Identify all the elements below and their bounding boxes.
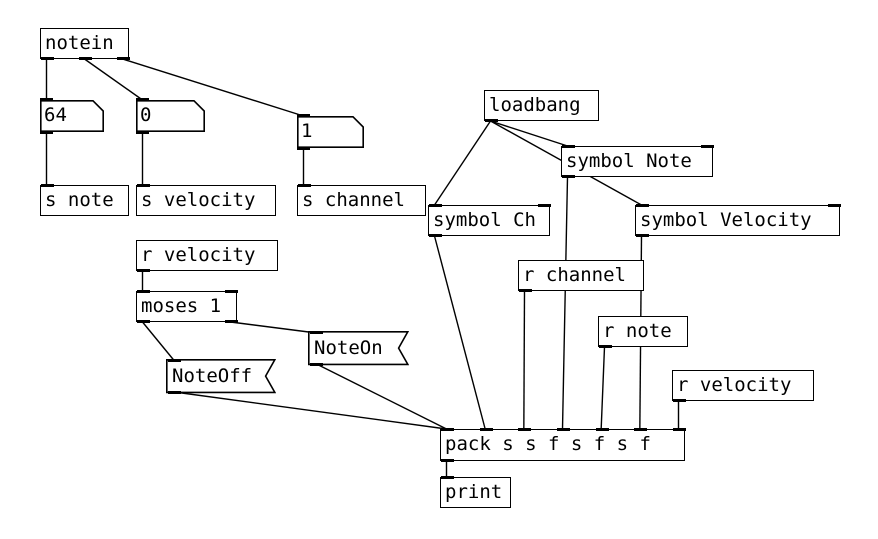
patch-cord-symbol-note-to-pack[interactable] — [561, 176, 569, 430]
outlet-0-loadbang[interactable] — [485, 118, 498, 122]
pd-box-label-pack: pack s s f s f s f — [445, 433, 651, 455]
inlet-1-symbol-velocity[interactable] — [828, 204, 841, 208]
outlet-0-r-velocity-right[interactable] — [673, 398, 686, 402]
outlet-2-notein[interactable] — [117, 56, 130, 60]
inlet-1-symbol-ch[interactable] — [538, 204, 551, 208]
inlet-1-moses[interactable] — [225, 290, 238, 294]
outlet-0-msg-noteoff[interactable] — [168, 390, 181, 394]
pd-box-r-note[interactable]: r note — [598, 316, 688, 348]
patch-cord-moses-to-msg-noteoff[interactable] — [141, 321, 176, 362]
outlet-0-num-velocity[interactable] — [136, 130, 149, 134]
patch-cord-loadbang-to-symbol-note[interactable] — [490, 120, 568, 147]
patch-cord-msg-noteoff-to-pack[interactable] — [174, 391, 447, 430]
outlet-0-notein[interactable] — [41, 56, 54, 60]
outlet-0-moses[interactable] — [137, 319, 150, 323]
pd-box-r-channel[interactable]: r channel — [518, 260, 644, 292]
pd-box-label-print: print — [445, 480, 503, 503]
pd-box-symbol-note[interactable]: symbol Note — [561, 145, 714, 178]
pd-box-num-channel[interactable]: 1 — [297, 114, 364, 150]
pd-box-label-symbol-velocity: symbol Velocity — [640, 208, 812, 231]
outlet-0-msg-noteon[interactable] — [310, 362, 323, 366]
inlet-0-num-note[interactable] — [40, 98, 53, 102]
outlet-1-moses[interactable] — [225, 319, 238, 323]
pd-box-moses[interactable]: moses 1 — [136, 290, 238, 323]
pd-box-label-msg-noteoff: NoteOff — [172, 364, 253, 387]
pd-box-label-notein: notein — [45, 31, 114, 54]
patch-cords-layer — [45, 58, 680, 477]
pd-box-label-symbol-note: symbol Note — [566, 149, 692, 172]
outlet-0-symbol-note[interactable] — [562, 174, 575, 178]
outlet-0-symbol-velocity[interactable] — [636, 233, 649, 237]
inlet-3-pack[interactable] — [557, 428, 570, 432]
outlet-0-r-velocity-top[interactable] — [137, 268, 150, 272]
inlet-4-pack[interactable] — [595, 428, 609, 432]
inlet-0-msg-noteon[interactable] — [310, 331, 323, 335]
pd-box-label-num-note: 64 — [44, 104, 67, 126]
inlet-6-pack[interactable] — [673, 428, 686, 432]
outlet-0-symbol-ch[interactable] — [429, 233, 442, 237]
pd-box-label-r-velocity-right: r velocity — [677, 373, 792, 396]
pd-box-r-velocity-right[interactable]: r velocity — [672, 370, 814, 402]
outlet-0-num-note[interactable] — [40, 130, 53, 134]
inlet-0-symbol-ch[interactable] — [429, 204, 442, 208]
patch-cord-r-channel-to-pack[interactable] — [523, 290, 526, 430]
patch-cord-notein-to-num-velocity[interactable] — [84, 58, 143, 101]
outlet-1-notein[interactable] — [79, 56, 92, 60]
inlet-0-s-note[interactable] — [41, 184, 54, 188]
pd-box-symbol-ch[interactable]: symbol Ch — [428, 204, 551, 237]
pd-box-label-r-note: r note — [603, 319, 672, 342]
pd-box-label-symbol-ch: symbol Ch — [433, 208, 536, 231]
inlet-0-msg-noteoff[interactable] — [168, 359, 181, 363]
patch-cord-moses-to-msg-noteon[interactable] — [230, 321, 317, 334]
inlet-5-pack[interactable] — [634, 428, 648, 432]
pd-box-s-note[interactable]: s note — [40, 184, 129, 216]
patch-cord-symbol-ch-to-pack[interactable] — [433, 235, 486, 430]
pd-box-msg-noteon[interactable]: NoteOn — [308, 331, 409, 366]
outlet-0-num-channel[interactable] — [297, 146, 310, 150]
inlet-1-pack[interactable] — [479, 428, 493, 432]
pd-box-label-loadbang: loadbang — [489, 93, 581, 116]
inlet-0-s-channel[interactable] — [298, 184, 311, 188]
inlet-0-symbol-velocity[interactable] — [636, 204, 649, 208]
pd-box-num-note[interactable]: 64 — [40, 98, 104, 134]
patch-cord-loadbang-to-symbol-ch[interactable] — [433, 120, 492, 206]
inlet-0-s-velocity[interactable] — [137, 184, 150, 188]
pd-box-label-s-note: s note — [45, 188, 114, 211]
pd-box-label-num-channel: 1 — [301, 120, 313, 142]
outlet-0-pack[interactable] — [441, 458, 454, 462]
outlet-0-r-channel[interactable] — [519, 288, 532, 292]
pd-box-symbol-velocity[interactable]: symbol Velocity — [635, 204, 841, 237]
pd-box-s-velocity[interactable]: s velocity — [136, 184, 276, 216]
pd-box-label-msg-noteon: NoteOn — [314, 336, 383, 359]
pd-box-label-moses: moses 1 — [141, 294, 222, 317]
pd-box-label-r-channel: r channel — [523, 263, 626, 286]
outlet-0-r-note[interactable] — [599, 344, 612, 348]
inlet-0-moses[interactable] — [137, 290, 150, 294]
pd-box-num-velocity[interactable]: 0 — [136, 98, 205, 134]
pd-box-loadbang[interactable]: loadbang — [484, 90, 599, 122]
inlet-0-num-velocity[interactable] — [136, 98, 149, 102]
pd-box-label-num-velocity: 0 — [140, 104, 152, 126]
pd-box-pack[interactable]: pack s s f s f s f — [440, 428, 686, 462]
pd-box-notein[interactable]: notein — [40, 28, 130, 60]
inlet-0-pack[interactable] — [441, 428, 454, 432]
pd-patch-canvas[interactable]: notein 64 0 1 s note s velocity s channel loadb… — [0, 0, 878, 539]
pd-box-label-s-velocity: s velocity — [141, 188, 256, 211]
inlet-0-print[interactable] — [441, 476, 454, 480]
pd-box-label-s-channel: s channel — [302, 188, 405, 211]
inlet-0-num-channel[interactable] — [297, 114, 310, 118]
pd-box-print[interactable]: print — [440, 476, 511, 508]
pd-box-msg-noteoff[interactable]: NoteOff — [166, 359, 276, 394]
inlet-2-pack[interactable] — [518, 428, 532, 432]
pd-box-r-velocity-top[interactable]: r velocity — [136, 240, 278, 272]
inlet-1-symbol-note[interactable] — [701, 145, 714, 149]
patch-cord-msg-noteon-to-pack[interactable] — [316, 363, 447, 430]
pd-box-label-r-velocity-top: r velocity — [141, 243, 256, 266]
inlet-0-symbol-note[interactable] — [562, 145, 575, 149]
patch-cord-r-note-to-pack[interactable] — [600, 346, 606, 430]
pd-box-s-channel[interactable]: s channel — [297, 184, 426, 216]
